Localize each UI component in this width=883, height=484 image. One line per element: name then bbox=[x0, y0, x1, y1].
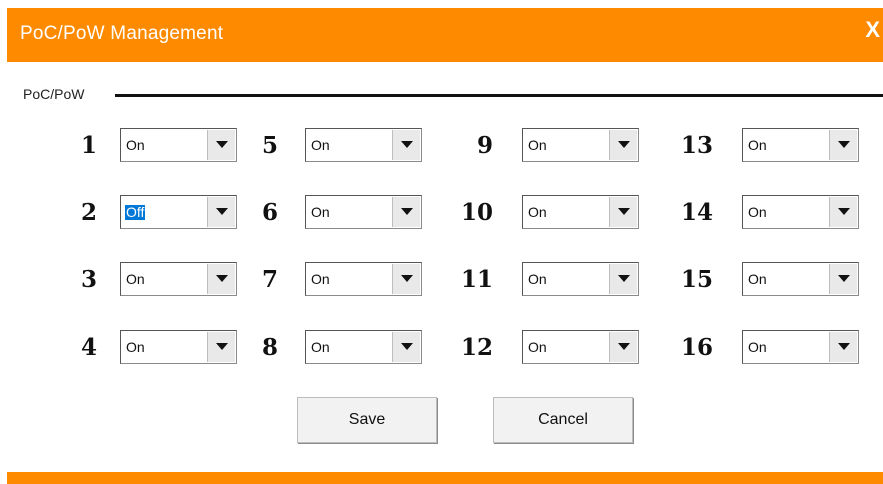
group-label: PoC/PoW bbox=[23, 86, 85, 102]
chevron-down-icon[interactable] bbox=[207, 197, 235, 227]
chevron-down-icon[interactable] bbox=[829, 130, 857, 160]
port-number: 16 bbox=[680, 334, 713, 361]
port-number: 4 bbox=[80, 334, 97, 361]
port-3-select[interactable]: On bbox=[120, 262, 237, 296]
port-16-select[interactable]: On bbox=[742, 330, 859, 364]
chevron-down-icon[interactable] bbox=[392, 332, 420, 362]
port-8-select[interactable]: On bbox=[305, 330, 422, 364]
port-number: 11 bbox=[460, 266, 493, 293]
select-value: On bbox=[528, 339, 547, 355]
port-number: 10 bbox=[460, 199, 493, 226]
select-value: On bbox=[311, 339, 330, 355]
port-7-select[interactable]: On bbox=[305, 262, 422, 296]
port-12-select[interactable]: On bbox=[522, 330, 639, 364]
group-divider bbox=[115, 94, 883, 97]
select-value: On bbox=[126, 271, 145, 287]
port-15-select[interactable]: On bbox=[742, 262, 859, 296]
port-14-select[interactable]: On bbox=[742, 195, 859, 229]
select-value: On bbox=[528, 204, 547, 220]
select-value: On bbox=[748, 271, 767, 287]
title-bar: PoC/PoW Management X bbox=[7, 8, 883, 62]
port-number: 1 bbox=[80, 132, 97, 159]
port-13-select[interactable]: On bbox=[742, 128, 859, 162]
chevron-down-icon[interactable] bbox=[609, 332, 637, 362]
close-icon[interactable]: X bbox=[865, 17, 880, 43]
select-value: On bbox=[528, 271, 547, 287]
chevron-down-icon[interactable] bbox=[207, 332, 235, 362]
select-value: On bbox=[528, 137, 547, 153]
port-number: 13 bbox=[680, 132, 713, 159]
select-value: On bbox=[748, 339, 767, 355]
port-2-select[interactable]: Off bbox=[120, 195, 237, 229]
port-11-select[interactable]: On bbox=[522, 262, 639, 296]
select-value: On bbox=[748, 204, 767, 220]
chevron-down-icon[interactable] bbox=[829, 332, 857, 362]
select-value: On bbox=[126, 339, 145, 355]
chevron-down-icon[interactable] bbox=[829, 264, 857, 294]
port-10-select[interactable]: On bbox=[522, 195, 639, 229]
select-value: On bbox=[311, 271, 330, 287]
port-number: 8 bbox=[261, 334, 278, 361]
port-9-select[interactable]: On bbox=[522, 128, 639, 162]
port-number: 12 bbox=[460, 334, 493, 361]
chevron-down-icon[interactable] bbox=[392, 264, 420, 294]
port-4-select[interactable]: On bbox=[120, 330, 237, 364]
poc-pow-dialog: PoC/PoW Management X PoC/PoW 1 On 2 Off 3 On 4… bbox=[7, 0, 883, 484]
chevron-down-icon[interactable] bbox=[207, 130, 235, 160]
chevron-down-icon[interactable] bbox=[829, 197, 857, 227]
select-value: On bbox=[311, 204, 330, 220]
port-number: 6 bbox=[261, 199, 278, 226]
select-value: On bbox=[748, 137, 767, 153]
chevron-down-icon[interactable] bbox=[609, 197, 637, 227]
select-value: On bbox=[126, 137, 145, 153]
port-6-select[interactable]: On bbox=[305, 195, 422, 229]
cancel-button[interactable]: Cancel bbox=[493, 397, 633, 443]
port-number: 7 bbox=[261, 266, 278, 293]
chevron-down-icon[interactable] bbox=[207, 264, 235, 294]
chevron-down-icon[interactable] bbox=[609, 264, 637, 294]
port-number: 15 bbox=[680, 266, 713, 293]
save-button[interactable]: Save bbox=[297, 397, 437, 443]
port-number: 3 bbox=[80, 266, 97, 293]
chevron-down-icon[interactable] bbox=[392, 130, 420, 160]
port-number: 9 bbox=[476, 132, 493, 159]
select-value: On bbox=[311, 137, 330, 153]
chevron-down-icon[interactable] bbox=[392, 197, 420, 227]
footer-bar bbox=[7, 472, 883, 484]
port-number: 2 bbox=[80, 199, 97, 226]
port-5-select[interactable]: On bbox=[305, 128, 422, 162]
port-number: 5 bbox=[261, 132, 278, 159]
port-number: 14 bbox=[680, 199, 713, 226]
port-1-select[interactable]: On bbox=[120, 128, 237, 162]
select-value: Off bbox=[125, 204, 146, 220]
dialog-title: PoC/PoW Management bbox=[20, 23, 224, 44]
chevron-down-icon[interactable] bbox=[609, 130, 637, 160]
